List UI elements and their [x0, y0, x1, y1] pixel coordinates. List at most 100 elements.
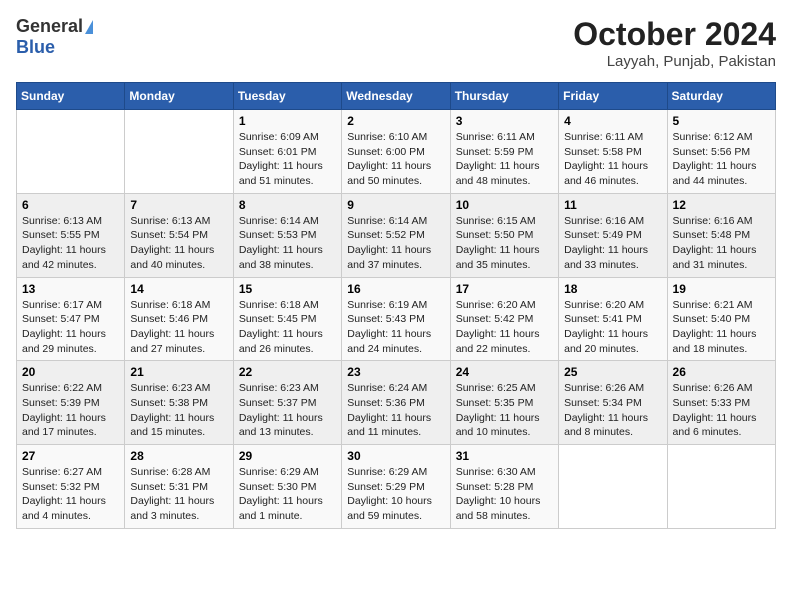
calendar-cell: 17Sunrise: 6:20 AMSunset: 5:42 PMDayligh…: [450, 277, 558, 361]
day-number: 1: [239, 114, 336, 128]
calendar-cell: 27 Sunrise: 6:27 AMSunset: 5:32 PMDayligh…: [17, 445, 125, 529]
logo-triangle-icon: [85, 20, 93, 34]
week-row-5: 27 Sunrise: 6:27 AMSunset: 5:32 PMDayligh…: [17, 445, 776, 529]
week-row-4: 20Sunrise: 6:22 AMSunset: 5:39 PMDayligh…: [17, 361, 776, 445]
day-info: Sunrise: 6:23 AMSunset: 5:38 PMDaylight:…: [130, 381, 227, 440]
day-info: Sunrise: 6:24 AMSunset: 5:36 PMDaylight:…: [347, 381, 444, 440]
calendar-cell: 10 Sunrise: 6:15 AMSunset: 5:50 PMDayligh…: [450, 193, 558, 277]
calendar-body: 1 Sunrise: 6:09 AMSunset: 6:01 PMDaylight…: [17, 110, 776, 529]
calendar-cell: 18 Sunrise: 6:20 AMSunset: 5:41 PMDayligh…: [559, 277, 667, 361]
calendar-cell: 7 Sunrise: 6:13 AMSunset: 5:54 PMDaylight…: [125, 193, 233, 277]
weekday-header-wednesday: Wednesday: [342, 83, 450, 110]
month-title: October 2024: [573, 16, 776, 53]
day-number: 16: [347, 282, 444, 296]
weekday-header-friday: Friday: [559, 83, 667, 110]
day-number: 7: [130, 198, 227, 212]
day-info: Sunrise: 6:16 AMSunset: 5:48 PMDaylight:…: [673, 214, 770, 273]
day-info: Sunrise: 6:20 AMSunset: 5:41 PMDaylight:…: [564, 298, 661, 357]
day-info: Sunrise: 6:10 AMSunset: 6:00 PMDaylight:…: [347, 130, 444, 189]
calendar-cell: 23 Sunrise: 6:24 AMSunset: 5:36 PMDayligh…: [342, 361, 450, 445]
day-info: Sunrise: 6:14 AMSunset: 5:53 PMDaylight:…: [239, 214, 336, 273]
calendar-cell: [17, 110, 125, 194]
day-number: 17: [456, 282, 553, 296]
day-number: 14: [130, 282, 227, 296]
calendar-cell: 29Sunrise: 6:29 AMSunset: 5:30 PMDayligh…: [233, 445, 341, 529]
calendar-cell: 14 Sunrise: 6:18 AMSunset: 5:46 PMDayligh…: [125, 277, 233, 361]
calendar-cell: 1 Sunrise: 6:09 AMSunset: 6:01 PMDaylight…: [233, 110, 341, 194]
calendar-cell: 20Sunrise: 6:22 AMSunset: 5:39 PMDayligh…: [17, 361, 125, 445]
day-number: 8: [239, 198, 336, 212]
day-info: Sunrise: 6:26 AMSunset: 5:33 PMDaylight:…: [673, 381, 770, 440]
calendar-cell: 19Sunrise: 6:21 AMSunset: 5:40 PMDayligh…: [667, 277, 775, 361]
day-info: Sunrise: 6:26 AMSunset: 5:34 PMDaylight:…: [564, 381, 661, 440]
day-info: Sunrise: 6:15 AMSunset: 5:50 PMDaylight:…: [456, 214, 553, 273]
day-info: Sunrise: 6:18 AMSunset: 5:46 PMDaylight:…: [130, 298, 227, 357]
day-number: 23: [347, 365, 444, 379]
day-number: 12: [673, 198, 770, 212]
day-number: 21: [130, 365, 227, 379]
calendar-cell: 12 Sunrise: 6:16 AMSunset: 5:48 PMDayligh…: [667, 193, 775, 277]
header: General Blue October 2024 Layyah, Punjab…: [16, 16, 776, 70]
day-number: 30: [347, 449, 444, 463]
calendar-cell: 26Sunrise: 6:26 AMSunset: 5:33 PMDayligh…: [667, 361, 775, 445]
day-info: Sunrise: 6:27 AMSunset: 5:32 PMDaylight:…: [22, 465, 119, 524]
day-number: 31: [456, 449, 553, 463]
day-info: Sunrise: 6:13 AMSunset: 5:54 PMDaylight:…: [130, 214, 227, 273]
day-number: 25: [564, 365, 661, 379]
day-number: 11: [564, 198, 661, 212]
day-info: Sunrise: 6:13 AMSunset: 5:55 PMDaylight:…: [22, 214, 119, 273]
day-number: 9: [347, 198, 444, 212]
weekday-header-thursday: Thursday: [450, 83, 558, 110]
day-info: Sunrise: 6:29 AMSunset: 5:29 PMDaylight:…: [347, 465, 444, 524]
calendar-cell: 4Sunrise: 6:11 AMSunset: 5:58 PMDaylight…: [559, 110, 667, 194]
day-info: Sunrise: 6:18 AMSunset: 5:45 PMDaylight:…: [239, 298, 336, 357]
weekday-header-sunday: Sunday: [17, 83, 125, 110]
day-info: Sunrise: 6:14 AMSunset: 5:52 PMDaylight:…: [347, 214, 444, 273]
day-number: 6: [22, 198, 119, 212]
calendar-cell: [559, 445, 667, 529]
day-number: 24: [456, 365, 553, 379]
calendar-cell: 31 Sunrise: 6:30 AMSunset: 5:28 PMDayligh…: [450, 445, 558, 529]
calendar-cell: 15Sunrise: 6:18 AMSunset: 5:45 PMDayligh…: [233, 277, 341, 361]
day-number: 4: [564, 114, 661, 128]
calendar-cell: [125, 110, 233, 194]
day-info: Sunrise: 6:29 AMSunset: 5:30 PMDaylight:…: [239, 465, 336, 524]
day-info: Sunrise: 6:30 AMSunset: 5:28 PMDaylight:…: [456, 465, 553, 524]
calendar-table: SundayMondayTuesdayWednesdayThursdayFrid…: [16, 82, 776, 529]
calendar-cell: 2 Sunrise: 6:10 AMSunset: 6:00 PMDaylight…: [342, 110, 450, 194]
calendar-cell: 8 Sunrise: 6:14 AMSunset: 5:53 PMDaylight…: [233, 193, 341, 277]
day-number: 10: [456, 198, 553, 212]
calendar-cell: [667, 445, 775, 529]
day-number: 18: [564, 282, 661, 296]
day-number: 5: [673, 114, 770, 128]
day-number: 2: [347, 114, 444, 128]
calendar-cell: 5Sunrise: 6:12 AMSunset: 5:56 PMDaylight…: [667, 110, 775, 194]
day-info: Sunrise: 6:09 AMSunset: 6:01 PMDaylight:…: [239, 130, 336, 189]
calendar-cell: 3 Sunrise: 6:11 AMSunset: 5:59 PMDaylight…: [450, 110, 558, 194]
day-number: 19: [673, 282, 770, 296]
calendar-cell: 9 Sunrise: 6:14 AMSunset: 5:52 PMDaylight…: [342, 193, 450, 277]
week-row-3: 13 Sunrise: 6:17 AMSunset: 5:47 PMDayligh…: [17, 277, 776, 361]
logo-general-text: General: [16, 16, 83, 37]
logo: General Blue: [16, 16, 93, 58]
calendar-cell: 13 Sunrise: 6:17 AMSunset: 5:47 PMDayligh…: [17, 277, 125, 361]
day-info: Sunrise: 6:22 AMSunset: 5:39 PMDaylight:…: [22, 381, 119, 440]
day-info: Sunrise: 6:11 AMSunset: 5:59 PMDaylight:…: [456, 130, 553, 189]
calendar-cell: 30 Sunrise: 6:29 AMSunset: 5:29 PMDayligh…: [342, 445, 450, 529]
calendar-cell: 25 Sunrise: 6:26 AMSunset: 5:34 PMDayligh…: [559, 361, 667, 445]
week-row-1: 1 Sunrise: 6:09 AMSunset: 6:01 PMDaylight…: [17, 110, 776, 194]
day-number: 3: [456, 114, 553, 128]
day-info: Sunrise: 6:17 AMSunset: 5:47 PMDaylight:…: [22, 298, 119, 357]
calendar-header: SundayMondayTuesdayWednesdayThursdayFrid…: [17, 83, 776, 110]
day-number: 27: [22, 449, 119, 463]
calendar-cell: 24Sunrise: 6:25 AMSunset: 5:35 PMDayligh…: [450, 361, 558, 445]
calendar-cell: 6 Sunrise: 6:13 AMSunset: 5:55 PMDaylight…: [17, 193, 125, 277]
calendar-cell: 28Sunrise: 6:28 AMSunset: 5:31 PMDayligh…: [125, 445, 233, 529]
day-info: Sunrise: 6:28 AMSunset: 5:31 PMDaylight:…: [130, 465, 227, 524]
calendar-cell: 21 Sunrise: 6:23 AMSunset: 5:38 PMDayligh…: [125, 361, 233, 445]
day-number: 13: [22, 282, 119, 296]
day-number: 22: [239, 365, 336, 379]
calendar-cell: 11Sunrise: 6:16 AMSunset: 5:49 PMDayligh…: [559, 193, 667, 277]
day-info: Sunrise: 6:19 AMSunset: 5:43 PMDaylight:…: [347, 298, 444, 357]
weekday-header-saturday: Saturday: [667, 83, 775, 110]
